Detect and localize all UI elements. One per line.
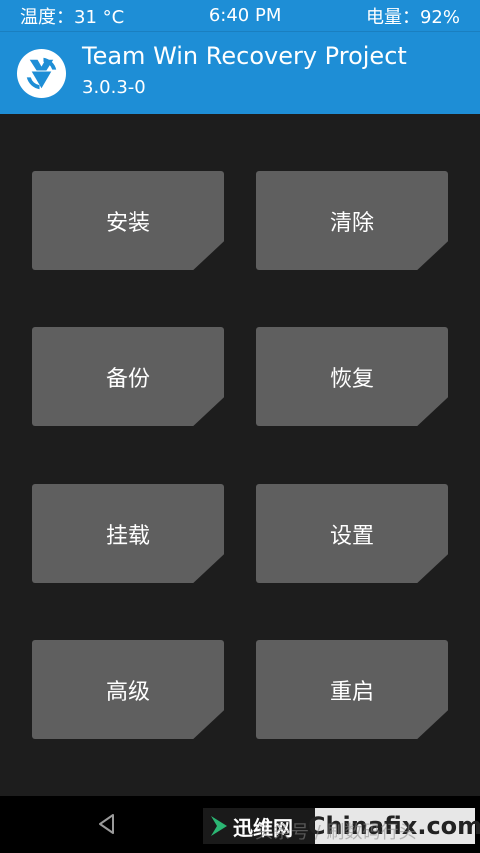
- back-triangle-icon[interactable]: [95, 812, 119, 836]
- temperature-readout: 温度：31 °C: [20, 6, 125, 28]
- wipe-button[interactable]: 清除: [256, 171, 448, 270]
- status-bar: 温度：31 °C 6:40 PM 电量：92%: [0, 0, 480, 31]
- wipe-label: 清除: [329, 210, 374, 236]
- watermark-overlay: 头条号 / 刷数码行头: [255, 822, 417, 843]
- mount-button[interactable]: 挂载: [32, 484, 224, 583]
- restore-button[interactable]: 恢复: [256, 327, 448, 426]
- backup-label: 备份: [105, 366, 150, 392]
- navigation-bar: 迅维网 Chinafix.com 头条号 / 刷数码行头: [0, 796, 480, 853]
- backup-button[interactable]: 备份: [32, 327, 224, 426]
- main-menu-grid: 安装 清除 备份 恢复 挂载 设置 高级 重启: [0, 114, 480, 796]
- reboot-label: 重启: [329, 679, 374, 705]
- settings-button[interactable]: 设置: [256, 484, 448, 583]
- restore-label: 恢复: [329, 366, 374, 392]
- app-title: Team Win Recovery Project: [82, 42, 407, 70]
- app-header: Team Win Recovery Project 3.0.3-0: [0, 31, 480, 114]
- advanced-label: 高级: [105, 679, 150, 705]
- install-label: 安装: [105, 210, 150, 236]
- reboot-button[interactable]: 重启: [256, 640, 448, 739]
- settings-label: 设置: [329, 523, 374, 549]
- install-button[interactable]: 安装: [32, 171, 224, 270]
- clock: 6:40 PM: [208, 5, 282, 26]
- brand-arrow-icon: [211, 816, 227, 836]
- advanced-button[interactable]: 高级: [32, 640, 224, 739]
- mount-label: 挂载: [105, 523, 150, 549]
- twrp-logo-icon: [16, 48, 67, 99]
- battery-readout: 电量：92%: [365, 6, 460, 28]
- app-version: 3.0.3-0: [82, 77, 146, 98]
